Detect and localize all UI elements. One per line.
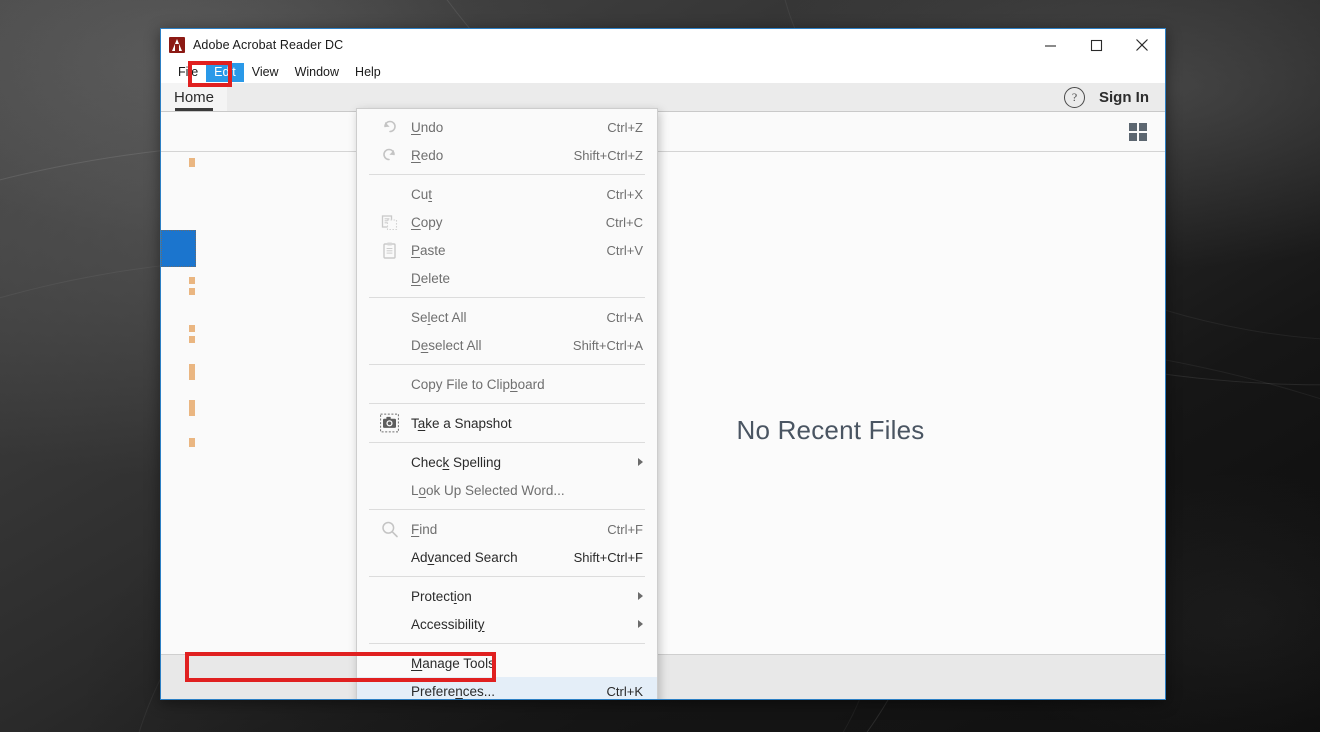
menu-item-label: Look Up Selected Word...: [411, 482, 565, 498]
grid-view-icon[interactable]: [1129, 122, 1147, 141]
redo-icon: [380, 146, 399, 165]
menu-file[interactable]: File: [170, 63, 206, 82]
menu-separator: [369, 174, 645, 175]
menu-item-label: Advanced Search: [411, 549, 518, 565]
edit-dropdown-menu: Undo Ctrl+Z Redo Shift+Ctrl+Z Cut Ctrl+X: [356, 108, 658, 699]
menu-item-delete[interactable]: Delete: [357, 264, 657, 292]
chevron-right-icon: [638, 620, 643, 628]
menu-item-accelerator: Shift+Ctrl+F: [573, 549, 643, 565]
menu-item-undo[interactable]: Undo Ctrl+Z: [357, 113, 657, 141]
sidebar-item-stub[interactable]: [189, 325, 195, 332]
menu-item-advanced-search[interactable]: Advanced Search Shift+Ctrl+F: [357, 543, 657, 571]
title-bar[interactable]: Adobe Acrobat Reader DC: [161, 29, 1165, 61]
menu-item-label: Protection: [411, 588, 472, 604]
menu-item-label: Find: [411, 521, 438, 537]
window-controls: [1027, 29, 1165, 61]
menu-item-accelerator: Shift+Ctrl+A: [572, 337, 643, 353]
menu-item-label: Undo: [411, 119, 444, 135]
menu-window[interactable]: Window: [287, 63, 347, 82]
sign-in-button[interactable]: Sign In: [1099, 89, 1149, 106]
header-strip: Home ? Sign In: [161, 83, 1165, 112]
header-right-actions: ? Sign In: [1064, 86, 1165, 108]
help-icon[interactable]: ?: [1064, 86, 1085, 108]
sidebar-item-stub[interactable]: [189, 158, 195, 167]
menu-item-label: Accessibility: [411, 616, 485, 632]
paste-icon: [380, 241, 399, 260]
menu-edit[interactable]: Edit: [206, 62, 244, 82]
menu-item-look-up-selected-word[interactable]: Look Up Selected Word...: [357, 476, 657, 504]
sidebar-item-stub[interactable]: [189, 336, 195, 343]
menu-item-find[interactable]: Find Ctrl+F: [357, 515, 657, 543]
window-title: Adobe Acrobat Reader DC: [193, 38, 344, 52]
undo-icon: [380, 118, 399, 137]
acrobat-reader-window: Adobe Acrobat Reader DC File Edit View W…: [160, 28, 1166, 700]
menu-item-accessibility[interactable]: Accessibility: [357, 610, 657, 638]
menu-item-accelerator: Shift+Ctrl+Z: [573, 147, 643, 163]
menu-separator: [369, 643, 645, 644]
sidebar-item-selected[interactable]: [161, 230, 196, 267]
toolbar-row: [161, 112, 1165, 152]
menu-item-cut[interactable]: Cut Ctrl+X: [357, 180, 657, 208]
copy-icon: [380, 213, 399, 232]
menu-item-accelerator: Ctrl+Z: [607, 119, 643, 135]
menu-item-label: Manage Tools: [411, 655, 495, 671]
menu-item-label: Preferences...: [411, 683, 496, 699]
menu-item-label: Copy File to Clipboard: [411, 376, 545, 392]
menu-item-take-a-snapshot[interactable]: Take a Snapshot: [357, 409, 657, 437]
menu-item-accelerator: Ctrl+V: [606, 242, 643, 258]
menu-item-label: Deselect All: [411, 337, 482, 353]
menu-item-protection[interactable]: Protection: [357, 582, 657, 610]
menu-separator: [369, 403, 645, 404]
menu-item-label: Redo: [411, 147, 444, 163]
menu-help[interactable]: Help: [347, 63, 389, 82]
find-search-icon: [380, 520, 399, 539]
menu-separator: [369, 442, 645, 443]
status-bar: es: [161, 654, 1165, 699]
menu-item-preferences[interactable]: Preferences... Ctrl+K: [357, 677, 657, 699]
menu-item-label: Copy: [411, 214, 443, 230]
menu-separator: [369, 576, 645, 577]
menu-item-copy-file-to-clipboard[interactable]: Copy File to Clipboard: [357, 370, 657, 398]
chevron-right-icon: [638, 592, 643, 600]
menu-item-check-spelling[interactable]: Check Spelling: [357, 448, 657, 476]
menu-item-accelerator: Ctrl+F: [607, 521, 643, 537]
menu-item-accelerator: Ctrl+K: [606, 683, 643, 699]
menu-separator: [369, 297, 645, 298]
menu-item-accelerator: Ctrl+A: [606, 309, 643, 325]
menu-item-paste[interactable]: Paste Ctrl+V: [357, 236, 657, 264]
menu-item-label: Cut: [411, 186, 433, 202]
menu-view[interactable]: View: [244, 63, 287, 82]
menu-item-label: Delete: [411, 270, 451, 286]
menu-item-select-all[interactable]: Select All Ctrl+A: [357, 303, 657, 331]
minimize-button[interactable]: [1027, 29, 1073, 61]
sidebar-item-stub[interactable]: [189, 364, 195, 380]
chevron-right-icon: [638, 458, 643, 466]
snapshot-camera-icon: [380, 413, 399, 433]
menu-item-label: Check Spelling: [411, 454, 502, 470]
acrobat-icon: [169, 37, 185, 53]
menu-separator: [369, 509, 645, 510]
menu-item-copy[interactable]: Copy Ctrl+C: [357, 208, 657, 236]
menu-item-accelerator: Ctrl+X: [606, 186, 643, 202]
menu-item-manage-tools[interactable]: Manage Tools: [357, 649, 657, 677]
sidebar-item-stub[interactable]: [189, 438, 195, 447]
menu-item-label: Take a Snapshot: [411, 415, 512, 431]
maximize-button[interactable]: [1073, 29, 1119, 61]
app-body: Home ? Sign In No Recent Files: [161, 83, 1165, 699]
menu-item-accelerator: Ctrl+C: [605, 214, 643, 230]
menu-item-redo[interactable]: Redo Shift+Ctrl+Z: [357, 141, 657, 169]
sidebar-item-stub[interactable]: [189, 288, 195, 295]
sidebar-item-stub[interactable]: [189, 400, 195, 416]
tab-home[interactable]: Home: [161, 83, 227, 111]
menu-item-deselect-all[interactable]: Deselect All Shift+Ctrl+A: [357, 331, 657, 359]
menu-item-label: Paste: [411, 242, 446, 258]
menu-separator: [369, 364, 645, 365]
close-button[interactable]: [1119, 29, 1165, 61]
menu-item-label: Select All: [411, 309, 467, 325]
menu-bar: File Edit View Window Help: [161, 61, 1165, 83]
sidebar-item-stub[interactable]: [189, 277, 195, 284]
